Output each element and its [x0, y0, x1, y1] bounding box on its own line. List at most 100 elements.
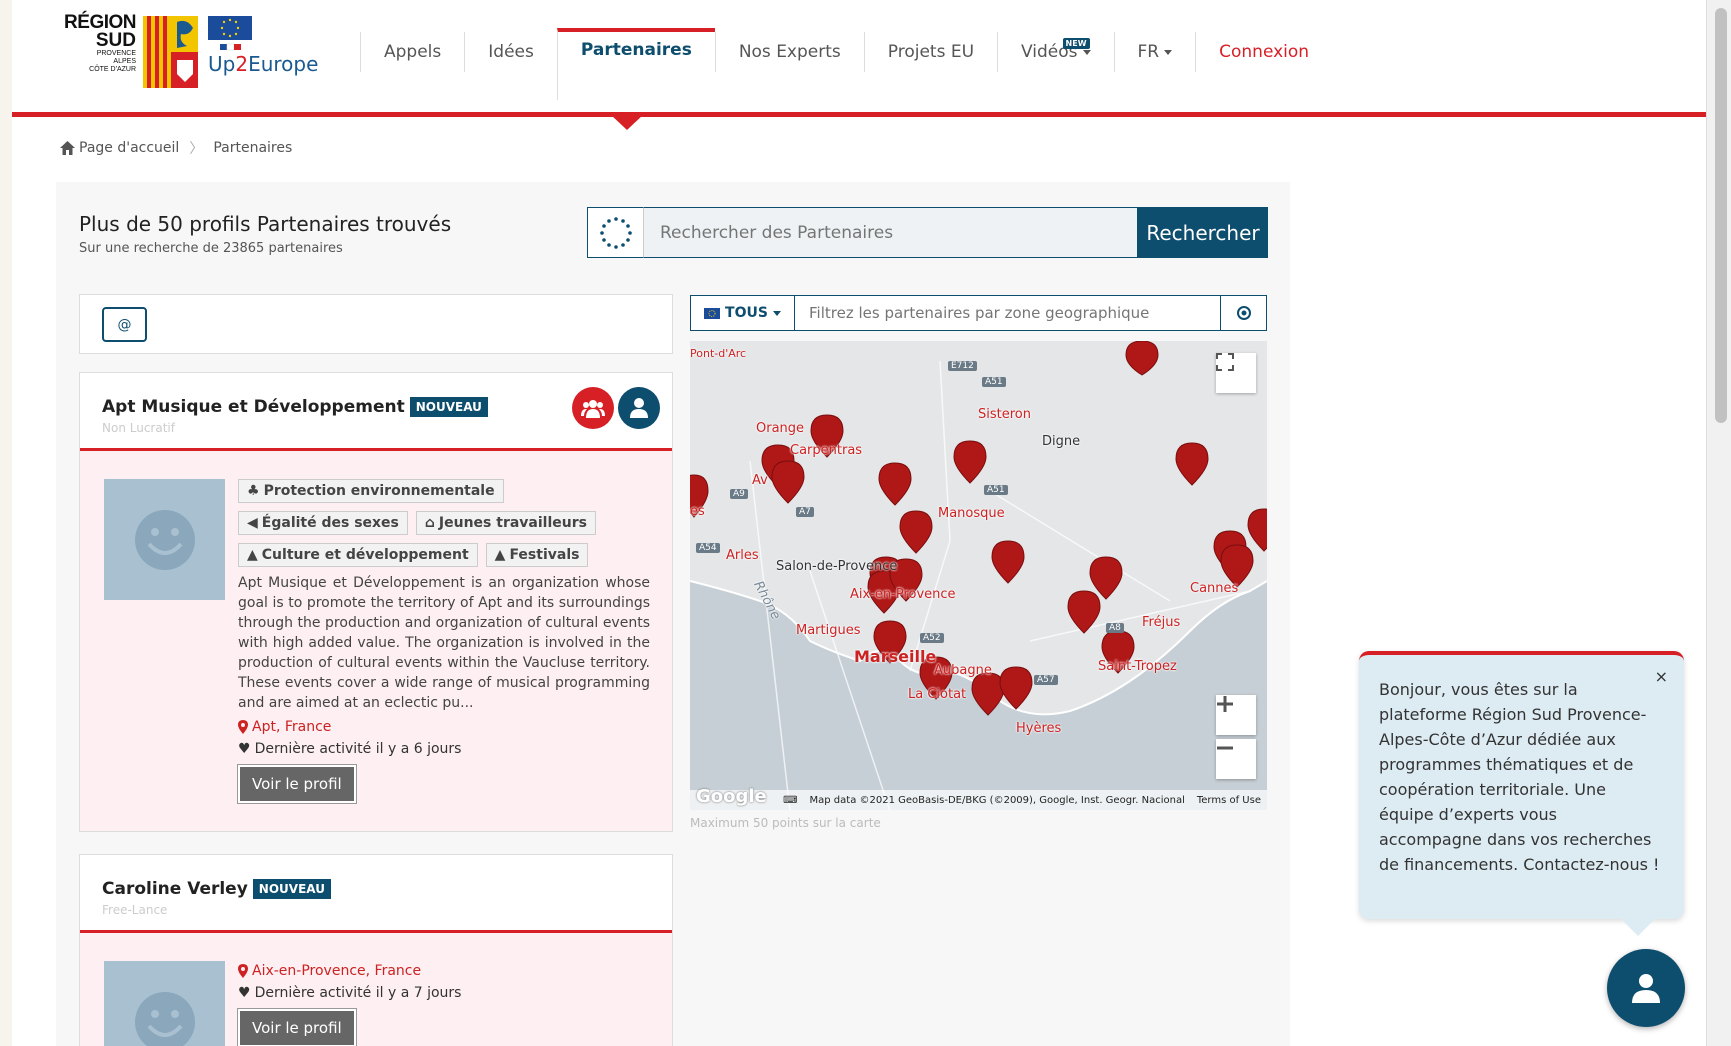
partner-location[interactable]: Apt, France — [238, 717, 650, 737]
partner-location[interactable]: Aix-en-Provence, France — [238, 961, 650, 981]
keyboard-icon[interactable]: ⌨ — [783, 795, 797, 806]
logo-text-provence: PROVENCE — [96, 50, 136, 57]
nav-projets-label: Projets EU — [887, 42, 975, 62]
search-input[interactable] — [643, 207, 1138, 258]
nav-partenaires-label: Partenaires — [580, 40, 692, 60]
breadcrumb-home[interactable]: Page d'accueil — [60, 140, 179, 156]
email-filter-button[interactable]: @ — [102, 307, 147, 342]
partner-map[interactable]: Pont-d'Arc Orange Carpentras Av es Arles… — [690, 341, 1267, 810]
card-header: Apt Musique et Développement NOUVEAU Non… — [80, 373, 672, 451]
nav-nos-experts[interactable]: Nos Experts — [714, 32, 864, 72]
partner-type: Free-Lance — [102, 903, 168, 917]
activity-label: Dernière activité il y a 7 jours — [254, 985, 462, 1001]
user-icon — [1632, 974, 1660, 1003]
map-label: Pont-d'Arc — [690, 347, 747, 360]
close-icon[interactable]: × — [1655, 667, 1668, 686]
nav-videos[interactable]: Vidéos NEW — [997, 32, 1114, 72]
minus-icon — [1217, 746, 1233, 750]
tag-label: Protection environnementale — [263, 483, 495, 499]
map-label: Carpentras — [790, 443, 863, 458]
avatar — [104, 479, 225, 600]
fullscreen-button[interactable] — [1216, 353, 1256, 393]
institution-icon: ⌂ — [424, 515, 435, 531]
graduation-cap-icon: ▲ — [494, 547, 506, 563]
results-title: Plus de 50 profils Partenaires trouvés — [79, 212, 452, 236]
map-label: Orange — [756, 421, 805, 436]
card-body: ♣ Protection environnementale ◀ Égalité de… — [80, 451, 672, 831]
nav-connexion[interactable]: Connexion — [1195, 32, 1332, 72]
road-label: A51 — [984, 485, 1008, 495]
plus-icon — [1217, 696, 1233, 712]
chat-button[interactable] — [1607, 949, 1685, 1027]
road-label: A8 — [1106, 623, 1124, 633]
card-title[interactable]: Caroline Verley NOUVEAU — [102, 879, 331, 899]
region-label: TOUS — [725, 305, 768, 321]
tag-label: Culture et développement — [261, 547, 469, 563]
map-label: Manosque — [938, 506, 1005, 521]
map-pin-icon — [238, 964, 248, 978]
map-label: Arles — [726, 548, 759, 563]
map-label: Marseille — [854, 647, 937, 666]
graduation-cap-icon: ▲ — [247, 547, 258, 563]
new-badge: NEW — [1062, 38, 1090, 49]
language-label: FR — [1137, 42, 1160, 62]
view-profile-button[interactable]: Voir le profil — [238, 1009, 356, 1046]
nav-idees-label: Idées — [488, 42, 534, 62]
eu-flag-icon — [704, 307, 721, 319]
breadcrumb-separator: 〉 — [189, 141, 204, 157]
map-note: Maximum 50 points sur la carte — [690, 816, 881, 830]
chevron-down-icon — [1164, 49, 1173, 55]
region-flag-icon — [143, 16, 198, 88]
up2europe-logo[interactable]: Up2Europe — [208, 52, 318, 76]
logo-text-sud: SUD — [95, 30, 136, 51]
view-profile-button[interactable]: Voir le profil — [238, 765, 356, 803]
smiley-icon — [134, 509, 195, 570]
map-label: Fréjus — [1142, 615, 1181, 630]
tag[interactable]: ♣ Protection environnementale — [238, 479, 504, 503]
eu-flag-icon — [208, 16, 252, 51]
card-details: Apt Musique et Développement is an organ… — [238, 573, 650, 803]
location-label: Apt, France — [252, 719, 332, 735]
breadcrumb-current: Partenaires — [213, 140, 293, 156]
road-label: A7 — [796, 507, 814, 517]
new-badge: NOUVEAU — [252, 879, 331, 899]
region-dropdown[interactable]: TOUS — [691, 296, 795, 330]
tag-label: Jeunes travailleurs — [438, 515, 587, 531]
nav-appels[interactable]: Appels — [360, 32, 464, 72]
map-label: Sisteron — [978, 407, 1031, 422]
partner-type: Non Lucratif — [102, 421, 175, 435]
scrollbar-thumb[interactable] — [1715, 8, 1727, 423]
logo-europe: Europe — [248, 52, 319, 76]
page-scrollbar[interactable] — [1706, 0, 1731, 1046]
nav-partenaires[interactable]: Partenaires — [556, 28, 715, 100]
google-logo: Google — [696, 786, 767, 807]
map-label: Salon-de-Provence — [776, 559, 898, 574]
geo-zone-input[interactable] — [795, 296, 1220, 330]
nav-idees[interactable]: Idées — [464, 32, 557, 72]
fullscreen-icon — [1216, 353, 1234, 371]
region-sud-logo[interactable]: RÉGION SUD PROVENCE ALPES CÔTE D'AZUR — [46, 13, 136, 74]
chat-tail — [1620, 918, 1656, 936]
zoom-in-button[interactable] — [1216, 695, 1256, 735]
logo-text-cote: CÔTE D'AZUR — [89, 66, 136, 73]
smiley-icon — [134, 991, 195, 1046]
nav-language[interactable]: FR — [1113, 32, 1196, 72]
card-title[interactable]: Apt Musique et Développement NOUVEAU — [102, 397, 488, 417]
breadcrumb: Page d'accueil 〉 Partenaires — [60, 138, 292, 158]
nav-projets-eu[interactable]: Projets EU — [863, 32, 997, 72]
search-button[interactable]: Rechercher — [1138, 207, 1268, 258]
avatar — [104, 961, 225, 1046]
card-body: Aix-en-Provence, France ♥ Dernière activ… — [80, 933, 672, 1046]
logo-two: 2 — [235, 52, 249, 76]
map-label: Aix-en-Provence — [850, 587, 956, 602]
geo-filter: TOUS — [690, 295, 1267, 331]
tag[interactable]: ▲ Festivals — [485, 543, 589, 567]
tag[interactable]: ▲ Culture et développement — [238, 543, 478, 567]
tag[interactable]: ⌂ Jeunes travailleurs — [415, 511, 596, 535]
road-label: A52 — [920, 633, 944, 643]
locate-button[interactable] — [1220, 296, 1266, 330]
new-badge: NOUVEAU — [409, 397, 488, 417]
zoom-out-button[interactable] — [1216, 739, 1256, 779]
tag[interactable]: ◀ Égalité des sexes — [238, 511, 408, 535]
terms-link[interactable]: Terms of Use — [1197, 795, 1261, 806]
